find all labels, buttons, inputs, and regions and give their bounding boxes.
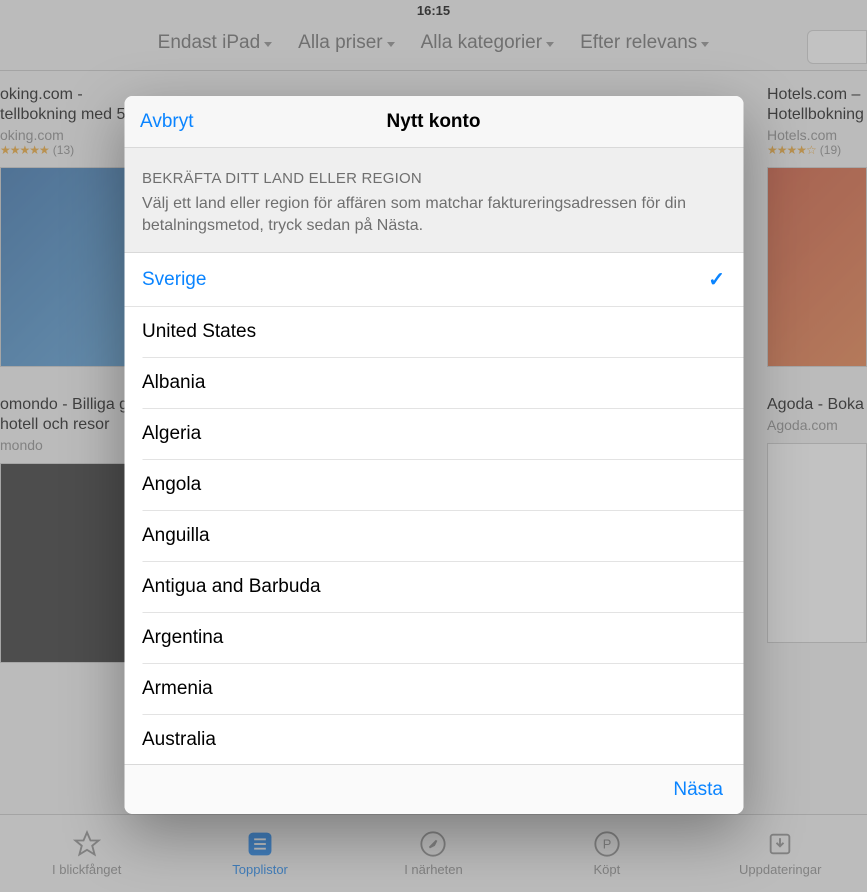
country-name: Angola <box>142 474 201 496</box>
section-description: Välj ett land eller region för affären s… <box>142 193 725 236</box>
country-row[interactable]: Angola <box>142 460 743 511</box>
modal-footer: Nästa <box>124 764 743 814</box>
country-name: Sverige <box>142 269 206 291</box>
modal-header: Avbryt Nytt konto <box>124 96 743 148</box>
country-name: Australia <box>142 729 216 751</box>
country-name: Antigua and Barbuda <box>142 576 321 598</box>
checkmark-icon: ✓ <box>708 267 725 292</box>
new-account-modal: Avbryt Nytt konto BEKRÄFTA DITT LAND ELL… <box>124 96 743 814</box>
country-name: Albania <box>142 372 205 394</box>
country-row[interactable]: Antigua and Barbuda <box>142 562 743 613</box>
section-header: BEKRÄFTA DITT LAND ELLER REGION Välj ett… <box>124 148 743 253</box>
country-name: Argentina <box>142 627 223 649</box>
country-row[interactable]: United States <box>142 307 743 358</box>
modal-title: Nytt konto <box>387 111 481 133</box>
country-row[interactable]: Sverige ✓ <box>124 253 743 307</box>
country-name: Armenia <box>142 678 213 700</box>
section-kicker: BEKRÄFTA DITT LAND ELLER REGION <box>142 170 725 187</box>
country-row[interactable]: Algeria <box>142 409 743 460</box>
country-name: Algeria <box>142 423 201 445</box>
country-row[interactable]: Armenia <box>142 664 743 715</box>
country-row[interactable]: Albania <box>142 358 743 409</box>
country-name: United States <box>142 321 256 343</box>
country-name: Anguilla <box>142 525 210 547</box>
country-row[interactable]: Anguilla <box>142 511 743 562</box>
country-row[interactable]: Argentina <box>142 613 743 664</box>
next-button[interactable]: Nästa <box>673 779 723 801</box>
cancel-button[interactable]: Avbryt <box>140 111 194 133</box>
country-list[interactable]: Sverige ✓ United States Albania Algeria Angol… <box>124 253 743 764</box>
country-row[interactable]: Australia <box>142 715 743 764</box>
